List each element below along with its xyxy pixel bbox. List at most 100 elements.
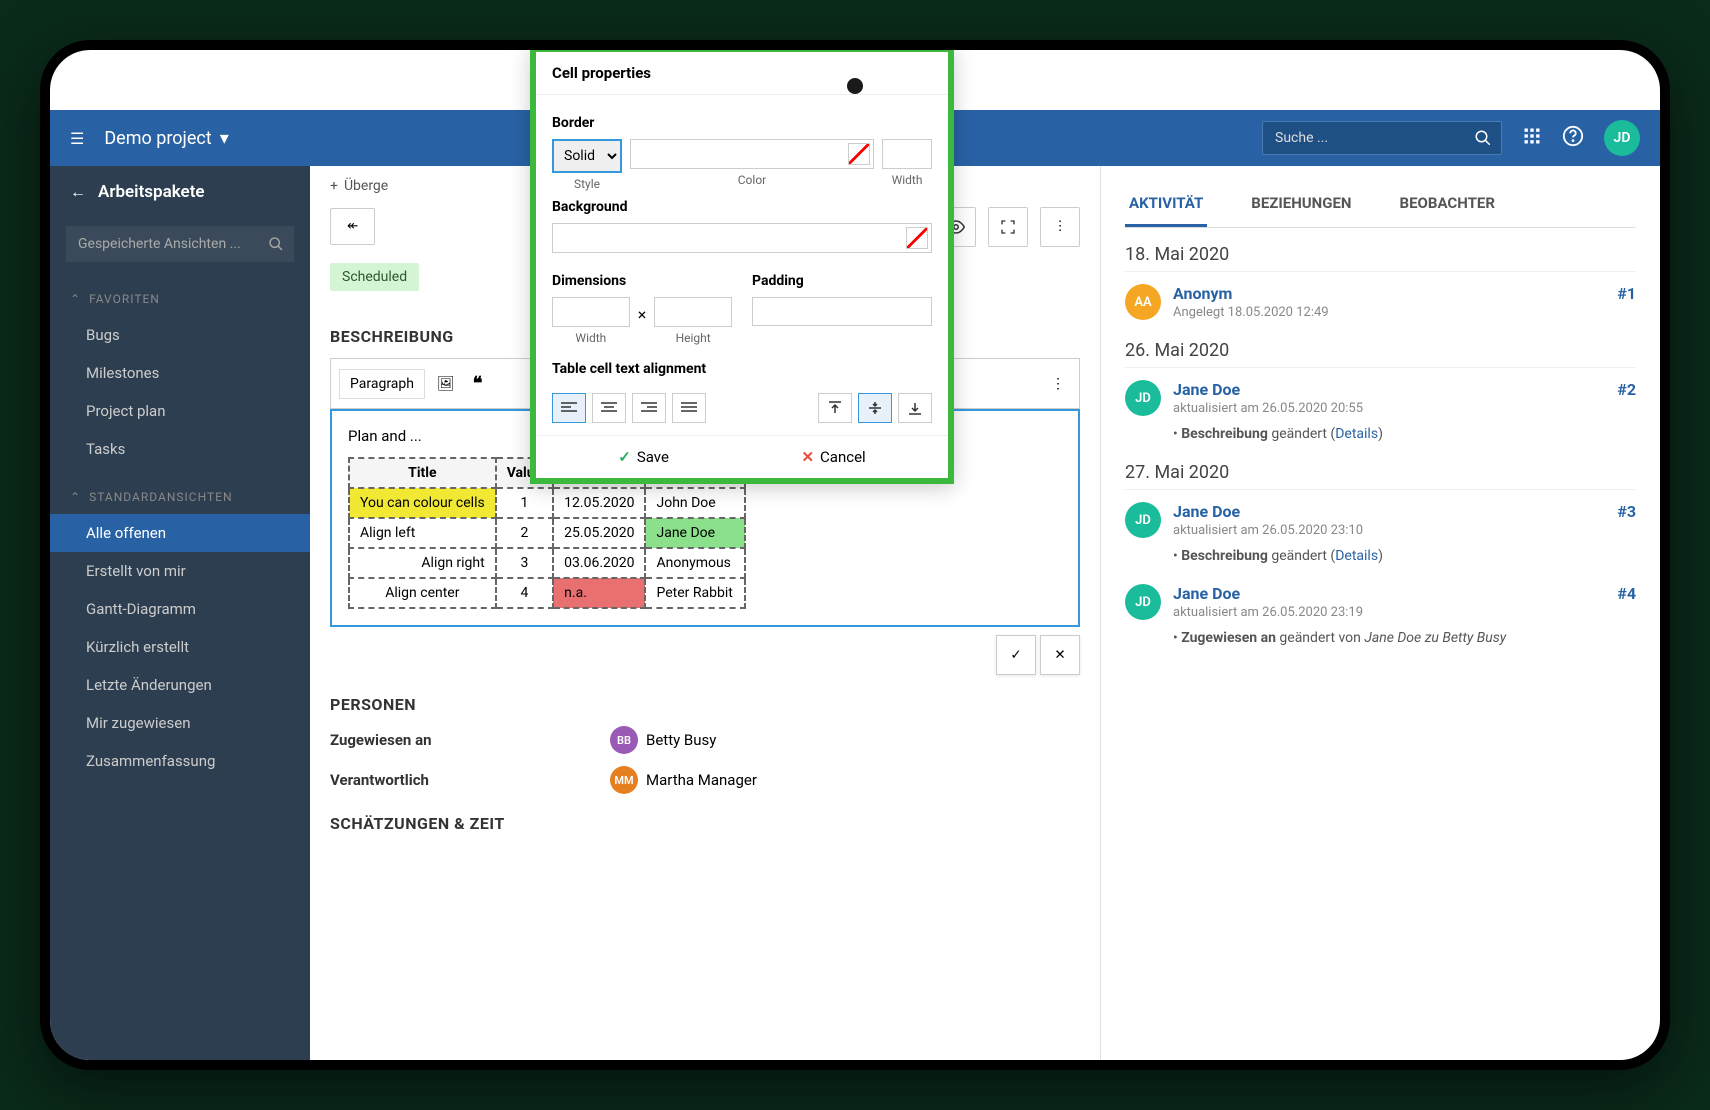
border-width-input[interactable] — [882, 139, 932, 169]
activity-detail: • Beschreibung geändert (Details) — [1173, 426, 1636, 442]
dimensions-label: Dimensions — [552, 273, 732, 289]
alignment-label: Table cell text alignment — [552, 361, 932, 377]
height-input[interactable] — [654, 297, 732, 327]
no-color-swatch[interactable] — [906, 227, 928, 249]
sidebar-item[interactable]: Project plan — [50, 392, 310, 430]
table-cell[interactable]: 25.05.2020 — [553, 518, 645, 548]
tab-activity[interactable]: AKTIVITÄT — [1125, 182, 1207, 227]
activity-number[interactable]: #4 — [1617, 584, 1636, 603]
table-cell[interactable]: Align right — [349, 548, 496, 578]
search-icon[interactable] — [1474, 129, 1492, 151]
apps-grid-icon[interactable] — [1522, 126, 1542, 150]
table-cell[interactable]: Align center — [349, 578, 496, 608]
device-camera — [847, 78, 863, 94]
search-input[interactable] — [1262, 121, 1502, 155]
table-cell[interactable]: John Doe — [645, 488, 744, 518]
table-cell[interactable]: 1 — [496, 488, 553, 518]
sidebar-item[interactable]: Mir zugewiesen — [50, 704, 310, 742]
hamburger-icon[interactable]: ☰ — [70, 129, 84, 148]
padding-input[interactable] — [752, 297, 932, 326]
align-justify-button[interactable] — [672, 393, 706, 423]
search-icon[interactable] — [268, 236, 284, 256]
back-arrow-icon[interactable]: ← — [70, 182, 86, 202]
status-badge[interactable]: Scheduled — [330, 263, 419, 291]
table-cell[interactable]: Anonymous — [645, 548, 744, 578]
plus-icon[interactable]: + — [330, 178, 338, 194]
table-row[interactable]: You can colour cells112.05.2020John Doe — [349, 488, 745, 518]
sidebar-item[interactable]: Milestones — [50, 354, 310, 392]
table-cell[interactable]: You can colour cells — [349, 488, 496, 518]
table-row[interactable]: Align right303.06.2020Anonymous — [349, 548, 745, 578]
padding-label: Padding — [752, 273, 932, 289]
user-avatar[interactable]: JD — [1604, 120, 1640, 156]
align-left-button[interactable] — [552, 393, 586, 423]
image-icon[interactable]: 🖼 — [431, 370, 461, 398]
sidebar-item[interactable]: Zusammenfassung — [50, 742, 310, 780]
sidebar-item[interactable]: Gantt-Diagramm — [50, 590, 310, 628]
valign-bottom-button[interactable] — [898, 393, 932, 423]
activity-avatar: AA — [1125, 284, 1161, 320]
table-header[interactable]: Title — [349, 458, 496, 488]
details-link[interactable]: Details — [1335, 548, 1378, 564]
border-style-select[interactable]: Solid — [552, 139, 622, 173]
activity-user[interactable]: Jane Doe — [1173, 502, 1240, 521]
valign-middle-button[interactable] — [858, 393, 892, 423]
table-cell[interactable]: 4 — [496, 578, 553, 608]
more-button[interactable]: ⋮ — [1040, 207, 1080, 247]
tab-watchers[interactable]: BEOBACHTER — [1396, 182, 1499, 227]
date-header: 26. Mai 2020 — [1125, 340, 1636, 368]
table-cell[interactable]: 2 — [496, 518, 553, 548]
paragraph-dropdown[interactable]: Paragraph — [339, 369, 425, 399]
cancel-button[interactable]: ✕ — [1040, 635, 1080, 675]
fullscreen-button[interactable] — [988, 207, 1028, 247]
more-icon[interactable]: ⋮ — [1045, 370, 1071, 398]
table-row[interactable]: Align left225.05.2020Jane Doe — [349, 518, 745, 548]
no-color-swatch[interactable] — [848, 143, 870, 165]
align-right-button[interactable] — [632, 393, 666, 423]
check-icon: ✓ — [618, 448, 631, 466]
save-button[interactable]: ✓Save — [618, 448, 669, 466]
valign-top-button[interactable] — [818, 393, 852, 423]
confirm-button[interactable]: ✓ — [996, 635, 1036, 675]
background-color-input[interactable] — [552, 223, 932, 253]
sidebar-item[interactable]: Tasks — [50, 430, 310, 468]
border-color-input[interactable] — [630, 139, 874, 169]
table-cell[interactable]: n.a. — [553, 578, 645, 608]
table-cell[interactable]: Jane Doe — [645, 518, 744, 548]
breadcrumb-label[interactable]: Überge — [344, 178, 388, 194]
favorites-header[interactable]: ⌃ FAVORITEN — [50, 282, 310, 316]
activity-user[interactable]: Jane Doe — [1173, 584, 1240, 603]
sidebar-item[interactable]: Bugs — [50, 316, 310, 354]
project-dropdown[interactable]: Demo project ▾ — [104, 128, 228, 149]
cancel-button[interactable]: ✕Cancel — [801, 448, 865, 466]
sidebar-item[interactable]: Alle offenen — [50, 514, 310, 552]
activity-user[interactable]: Anonym — [1173, 284, 1232, 303]
tab-relations[interactable]: BEZIEHUNGEN — [1247, 182, 1355, 227]
activity-number[interactable]: #1 — [1617, 284, 1636, 303]
help-icon[interactable] — [1562, 125, 1584, 151]
activity-user[interactable]: Jane Doe — [1173, 380, 1240, 399]
table-cell[interactable]: Align left — [349, 518, 496, 548]
activity-item: JD Jane Doe#3 aktualisiert am 26.05.2020… — [1125, 502, 1636, 564]
sidebar-item[interactable]: Letzte Änderungen — [50, 666, 310, 704]
table-cell[interactable]: 03.06.2020 — [553, 548, 645, 578]
activity-meta: Angelegt 18.05.2020 12:49 — [1173, 305, 1636, 320]
responsible-name[interactable]: Martha Manager — [646, 771, 757, 789]
table-cell[interactable]: Peter Rabbit — [645, 578, 744, 608]
table-row[interactable]: Align center4n.a.Peter Rabbit — [349, 578, 745, 608]
quote-icon[interactable]: ❝ — [467, 367, 489, 400]
activity-number[interactable]: #3 — [1617, 502, 1636, 521]
assigned-name[interactable]: Betty Busy — [646, 731, 716, 749]
table-cell[interactable]: 3 — [496, 548, 553, 578]
standard-header[interactable]: ⌃ STANDARDANSICHTEN — [50, 480, 310, 514]
activity-number[interactable]: #2 — [1617, 380, 1636, 399]
sidebar-item[interactable]: Kürzlich erstellt — [50, 628, 310, 666]
sidebar-item[interactable]: Erstellt von mir — [50, 552, 310, 590]
width-input[interactable] — [552, 297, 630, 327]
sidebar-search-input[interactable] — [66, 226, 294, 262]
details-link[interactable]: Details — [1335, 426, 1378, 442]
back-button[interactable]: ↞ — [330, 208, 375, 245]
table-cell[interactable]: 12.05.2020 — [553, 488, 645, 518]
background-label: Background — [552, 199, 932, 215]
align-center-button[interactable] — [592, 393, 626, 423]
